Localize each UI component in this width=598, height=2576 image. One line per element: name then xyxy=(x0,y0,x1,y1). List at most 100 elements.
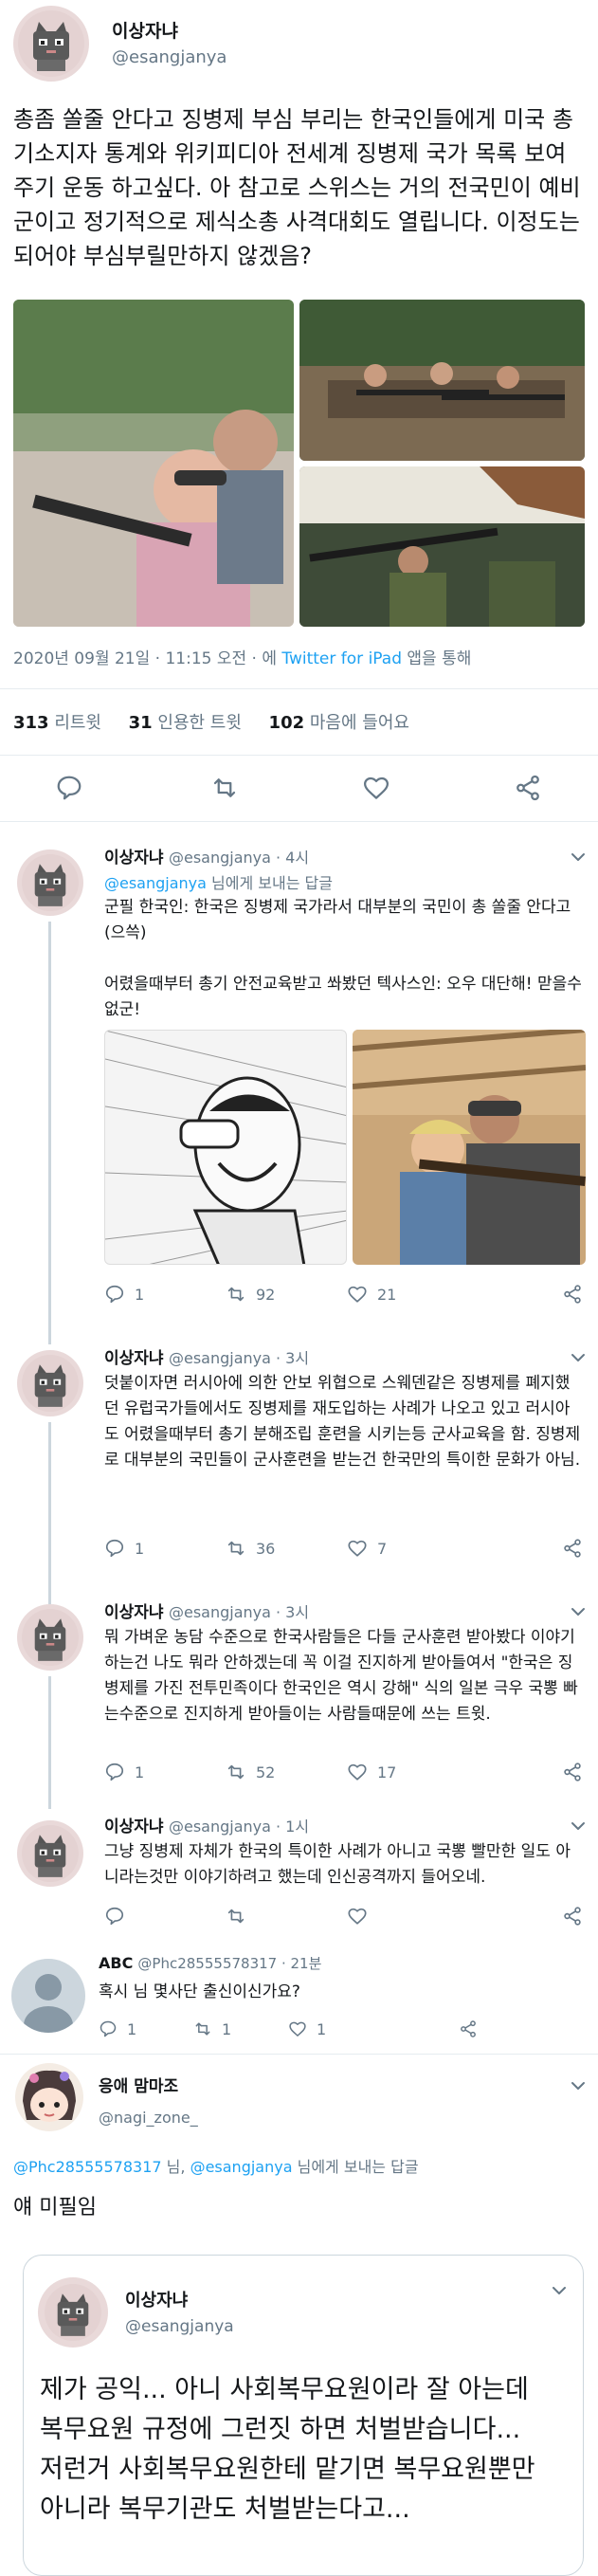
reply-count: 1 xyxy=(127,2019,137,2038)
reply3-handle[interactable]: @esangjanya · 3시 xyxy=(169,1603,309,1621)
share-icon[interactable] xyxy=(562,1762,583,1782)
share-icon[interactable] xyxy=(562,1906,583,1927)
main-user-handle[interactable]: @esangjanya xyxy=(112,47,227,67)
reply1-user-name[interactable]: 이상자냐 xyxy=(104,849,164,868)
reply-icon[interactable] xyxy=(99,2019,118,2038)
retweet-icon[interactable] xyxy=(193,2019,212,2038)
reply-icon[interactable] xyxy=(55,774,83,802)
divider xyxy=(0,821,598,822)
retweet-icon[interactable] xyxy=(210,774,239,802)
thread-line xyxy=(48,1676,51,1809)
reply-icon[interactable] xyxy=(104,1538,125,1559)
chevron-down-icon[interactable] xyxy=(569,848,588,867)
timestamp-text: 2020년 09월 21일 · 11:15 오전 · 에 xyxy=(13,649,277,668)
like-count[interactable]: 102 xyxy=(269,713,305,733)
abc-avatar[interactable] xyxy=(11,1959,85,2033)
like-label[interactable]: 마음에 들어요 xyxy=(310,713,409,733)
reply2-text: 덧붙이자면 러시아에 의한 안보 위협으로 스웨덴같은 징병제를 폐지했던 유럽… xyxy=(104,1374,581,1470)
replying-suffix: 님에게 보내는 답글 xyxy=(297,2158,419,2176)
chevron-down-icon[interactable] xyxy=(569,1602,588,1621)
reply1-replying-to: @esangjanya 님에게 보내는 답글 xyxy=(104,870,333,893)
photo-illustration xyxy=(105,1031,346,1264)
cat-avatar-icon xyxy=(22,1355,79,1412)
reply3-actions: 1 52 17 xyxy=(104,1762,583,1782)
like-icon[interactable] xyxy=(288,2019,307,2038)
reply2-header: 이상자냐 @esangjanya · 3시 xyxy=(104,1344,309,1368)
reply3-avatar[interactable] xyxy=(17,1604,83,1671)
replying-separator: 님, xyxy=(166,2158,186,2176)
main-tweet-text: 총좀 쏠줄 안다고 징병제 부심 부리는 한국인들에게 미국 총기소지자 통계와… xyxy=(13,106,581,269)
reply4-header: 이상자냐 @esangjanya · 1시 xyxy=(104,1813,309,1836)
abc-user-name[interactable]: ABC xyxy=(99,1954,133,1972)
reply2-handle[interactable]: @esangjanya · 3시 xyxy=(169,1349,309,1367)
nagi-handle[interactable]: @nagi_zone_ xyxy=(99,2109,198,2127)
photo-shooting-range-kid[interactable] xyxy=(13,300,294,627)
retweet-icon[interactable] xyxy=(226,1906,246,1927)
reply2-avatar[interactable] xyxy=(17,1350,83,1416)
retweet-icon[interactable] xyxy=(226,1762,246,1782)
retweet-label[interactable]: 리트윗 xyxy=(54,713,101,733)
like-icon[interactable] xyxy=(347,1906,368,1927)
like-icon[interactable] xyxy=(347,1762,368,1782)
cat-avatar-icon xyxy=(22,1609,79,1666)
reply2-actions: 1 36 7 xyxy=(104,1538,583,1559)
quote-avatar[interactable] xyxy=(38,2277,108,2348)
divider xyxy=(0,755,598,756)
thread-line xyxy=(48,1422,51,1627)
share-icon[interactable] xyxy=(562,1284,583,1305)
like-icon[interactable] xyxy=(347,1538,368,1559)
reply-icon[interactable] xyxy=(104,1762,125,1782)
retweet-count[interactable]: 313 xyxy=(13,713,49,733)
chevron-down-icon[interactable] xyxy=(569,1817,588,1836)
photo-texas-kid-rifle[interactable] xyxy=(353,1030,586,1265)
replying-handle-link[interactable]: @esangjanya xyxy=(190,2158,293,2176)
abc-actions: 1 1 1 xyxy=(99,2019,478,2038)
retweet-icon[interactable] xyxy=(226,1538,246,1559)
abc-header: ABC @Phc28555578317 · 21분 xyxy=(99,1953,321,1973)
photo-swiss-range-top[interactable] xyxy=(299,300,585,461)
quote-label[interactable]: 인용한 트윗 xyxy=(157,713,242,733)
share-icon[interactable] xyxy=(562,1538,583,1559)
reply1-avatar[interactable] xyxy=(17,850,83,916)
like-icon[interactable] xyxy=(347,1284,368,1305)
share-icon[interactable] xyxy=(459,2019,478,2038)
like-count: 1 xyxy=(317,2019,327,2038)
chevron-down-icon[interactable] xyxy=(569,2076,588,2095)
reply1-handle[interactable]: @esangjanya · 4시 xyxy=(169,849,309,867)
reply4-handle[interactable]: @esangjanya · 1시 xyxy=(169,1818,309,1836)
chevron-down-icon[interactable] xyxy=(569,1348,588,1367)
reply3-user-name[interactable]: 이상자냐 xyxy=(104,1603,164,1622)
reply-count: 1 xyxy=(135,1285,145,1304)
reply4-user-name[interactable]: 이상자냐 xyxy=(104,1818,164,1836)
main-user-name[interactable]: 이상자냐 xyxy=(112,17,178,43)
photo-manga-panel[interactable] xyxy=(104,1030,347,1265)
retweet-icon[interactable] xyxy=(226,1284,246,1305)
reply-icon[interactable] xyxy=(104,1284,125,1305)
nagi-user-name[interactable]: 응애 맘마조 xyxy=(99,2073,178,2096)
share-icon[interactable] xyxy=(514,774,542,802)
reply-count: 1 xyxy=(135,1763,145,1781)
photo-illustration xyxy=(353,1030,586,1265)
main-avatar[interactable] xyxy=(13,6,89,82)
reply2-user-name[interactable]: 이상자냐 xyxy=(104,1349,164,1368)
cat-avatar-icon xyxy=(22,1825,79,1882)
divider xyxy=(0,688,598,689)
photo-illustration xyxy=(13,300,294,627)
thread-line xyxy=(48,922,51,1344)
chevron-down-icon[interactable] xyxy=(550,2281,569,2300)
nagi-avatar[interactable] xyxy=(15,2063,83,2131)
photo-illustration xyxy=(299,300,585,461)
quote-count[interactable]: 31 xyxy=(129,713,153,733)
reply4-avatar[interactable] xyxy=(17,1820,83,1887)
replying-handle-link[interactable]: @Phc28555578317 xyxy=(13,2158,162,2176)
abc-text: 혹시 님 몇사단 출신이신가요? xyxy=(99,1982,300,2001)
client-link[interactable]: Twitter for iPad xyxy=(281,649,402,668)
like-count: 17 xyxy=(377,1763,397,1781)
reply-icon[interactable] xyxy=(104,1906,125,1927)
quote-user-name[interactable]: 이상자냐 xyxy=(125,2287,188,2311)
quote-handle[interactable]: @esangjanya xyxy=(125,2317,234,2336)
photo-swiss-range-bottom[interactable] xyxy=(299,466,585,627)
abc-handle[interactable]: @Phc28555578317 · 21분 xyxy=(137,1955,321,1972)
replying-handle-link[interactable]: @esangjanya xyxy=(104,874,207,892)
like-icon[interactable] xyxy=(362,774,390,802)
